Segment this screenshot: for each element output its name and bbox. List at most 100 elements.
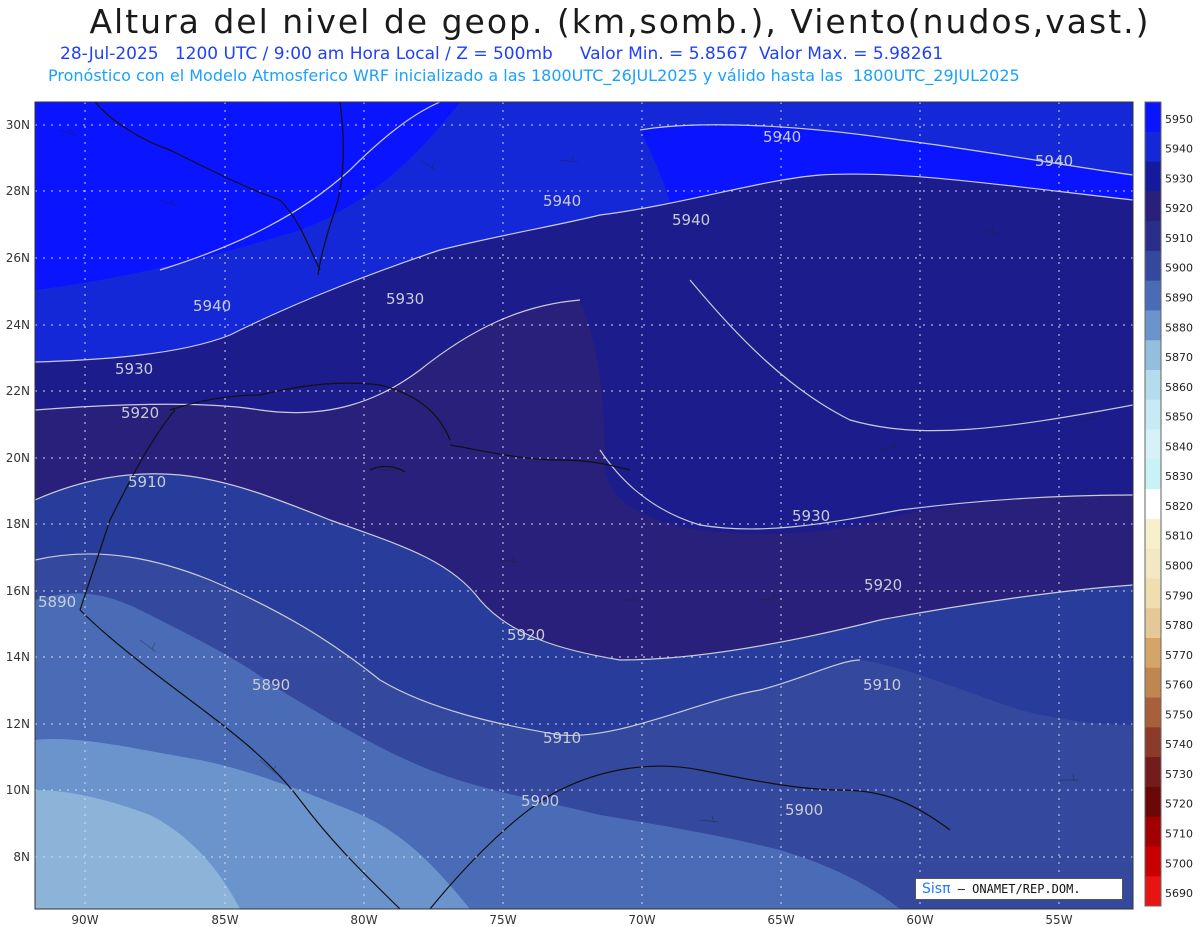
- contour-label: 5890: [252, 676, 290, 694]
- lon-axis: 90W 85W 80W 75W 70W 65W 60W 55W: [71, 913, 1072, 927]
- contour-label: 5930: [792, 507, 830, 525]
- subtitle-line: 28-Jul-2025 1200 UTC / 9:00 am Hora Loca…: [60, 44, 943, 64]
- lat-tick-label: 30N: [6, 118, 30, 132]
- lon-tick-label: 55W: [1045, 913, 1072, 927]
- credit-box: Sisπ – ONAMET/REP.DOM.: [915, 878, 1123, 900]
- colorbar-swatch: [1145, 667, 1161, 699]
- colorbar-swatch: [1145, 221, 1161, 252]
- model-info-line: Pronóstico con el Modelo Atmosferico WRF…: [48, 66, 1020, 85]
- colorbar-label: 5770: [1165, 649, 1193, 662]
- colorbar-label: 5700: [1165, 857, 1193, 870]
- colorbar-label: 5880: [1165, 321, 1193, 334]
- colorbar-label: 5790: [1165, 589, 1193, 602]
- lat-tick-label: 28N: [6, 184, 30, 198]
- lon-tick-label: 90W: [71, 913, 98, 927]
- forecast-map: 5940 5940 5940 5940 5940 5930 5930 5930 …: [6, 101, 1193, 927]
- colorbar-swatch: [1145, 161, 1161, 192]
- lat-tick-label: 12N: [6, 717, 30, 731]
- lon-tick-label: 65W: [767, 913, 794, 927]
- colorbar-label: 5900: [1165, 262, 1193, 275]
- contour-label: 5940: [763, 128, 801, 146]
- colorbar-swatch: [1145, 786, 1161, 818]
- colorbar-label: 5810: [1165, 530, 1193, 543]
- lon-tick-label: 75W: [489, 913, 516, 927]
- colorbar-swatch: [1145, 102, 1161, 133]
- lon-tick-label: 60W: [906, 913, 933, 927]
- colorbar-swatch: [1145, 638, 1161, 669]
- colorbar-swatch: [1145, 876, 1161, 907]
- colorbar-label: 5870: [1165, 351, 1193, 364]
- colorbar-swatch: [1145, 518, 1161, 550]
- contour-label: 5910: [863, 676, 901, 694]
- contour-label: 5920: [507, 626, 545, 644]
- lat-tick-label: 10N: [6, 783, 30, 797]
- contour-label: 5940: [543, 192, 581, 210]
- lat-tick-label: 16N: [6, 584, 30, 598]
- contour-label: 5930: [115, 360, 153, 378]
- contour-label: 5940: [1035, 152, 1073, 170]
- colorbar-label: 5750: [1165, 708, 1193, 721]
- lat-tick-label: 24N: [6, 318, 30, 332]
- contour-label: 5940: [193, 297, 231, 315]
- colorbar-swatch: [1145, 846, 1161, 877]
- colorbar-label: 5820: [1165, 500, 1193, 513]
- colorbar-label: 5950: [1165, 113, 1193, 126]
- colorbar-label: 5690: [1165, 887, 1193, 900]
- max-value: Valor Max. = 5.98261: [759, 44, 944, 64]
- colorbar-swatch: [1145, 131, 1161, 163]
- colorbar-label: 5940: [1165, 143, 1193, 156]
- colorbar-label: 5720: [1165, 798, 1193, 811]
- contour-label: 5910: [128, 473, 166, 491]
- sispi-logo: Sisπ: [922, 881, 951, 897]
- colorbar-swatch: [1145, 816, 1161, 847]
- lat-tick-label: 20N: [6, 451, 30, 465]
- colorbar-label: 5730: [1165, 768, 1193, 781]
- lon-tick-label: 85W: [211, 913, 238, 927]
- colorbar-swatch: [1145, 578, 1161, 609]
- colorbar-label: 5930: [1165, 172, 1193, 185]
- lat-axis: 30N 28N 26N 24N 22N 20N 18N 16N 14N 12N …: [6, 118, 30, 864]
- colorbar-swatch: [1145, 370, 1161, 401]
- colorbar-swatch: [1145, 727, 1161, 758]
- colorbar-swatch: [1145, 429, 1161, 460]
- colorbar-swatch: [1145, 191, 1161, 222]
- contour-label: 5900: [521, 792, 559, 810]
- colorbar-swatch: [1145, 489, 1161, 520]
- contour-label: 5910: [543, 729, 581, 747]
- colorbar-label: 5760: [1165, 679, 1193, 692]
- colorbar-swatch: [1145, 548, 1161, 579]
- colorbar-swatch: [1145, 459, 1161, 490]
- colorbar-swatch: [1145, 757, 1161, 788]
- colorbar-swatch: [1145, 310, 1161, 341]
- lon-tick-label: 80W: [350, 913, 377, 927]
- colorbar-label: 5920: [1165, 202, 1193, 215]
- credit-text: – ONAMET/REP.DOM.: [957, 882, 1081, 896]
- contour-label: 5920: [864, 576, 902, 594]
- colorbar-swatch: [1145, 608, 1161, 639]
- colorbar-swatch: [1145, 250, 1161, 282]
- min-value: Valor Min. = 5.8567: [579, 44, 749, 64]
- colorbar-label: 5860: [1165, 381, 1193, 394]
- colorbar-label: 5890: [1165, 292, 1193, 305]
- height-field: 5940 5940 5940 5940 5940 5930 5930 5930 …: [35, 102, 1133, 909]
- colorbar-label: 5780: [1165, 619, 1193, 632]
- colorbar: 5950 5940 5930 5920 5910 5900 5890 5880 5870 5860…: [1144, 101, 1193, 907]
- lat-tick-label: 22N: [6, 384, 30, 398]
- lat-tick-label: 26N: [6, 251, 30, 265]
- forecast-date: 28-Jul-2025: [60, 44, 159, 64]
- colorbar-swatch: [1145, 280, 1161, 311]
- lat-tick-label: 18N: [6, 517, 30, 531]
- lon-tick-label: 70W: [628, 913, 655, 927]
- contour-label: 5930: [386, 290, 424, 308]
- colorbar-label: 5800: [1165, 560, 1193, 573]
- lat-tick-label: 8N: [13, 850, 30, 864]
- contour-label: 5900: [785, 801, 823, 819]
- colorbar-label: 5740: [1165, 738, 1193, 751]
- map-title: Altura del nivel de geop. (km,somb.), Vi…: [89, 2, 1151, 41]
- forecast-time: 1200 UTC / 9:00 am Hora Local / Z = 500m…: [174, 44, 553, 64]
- colorbar-swatch: [1145, 399, 1161, 431]
- colorbar-label: 5710: [1165, 828, 1193, 841]
- lat-tick-label: 14N: [6, 650, 30, 664]
- colorbar-swatch: [1145, 697, 1161, 728]
- colorbar-label: 5840: [1165, 440, 1193, 453]
